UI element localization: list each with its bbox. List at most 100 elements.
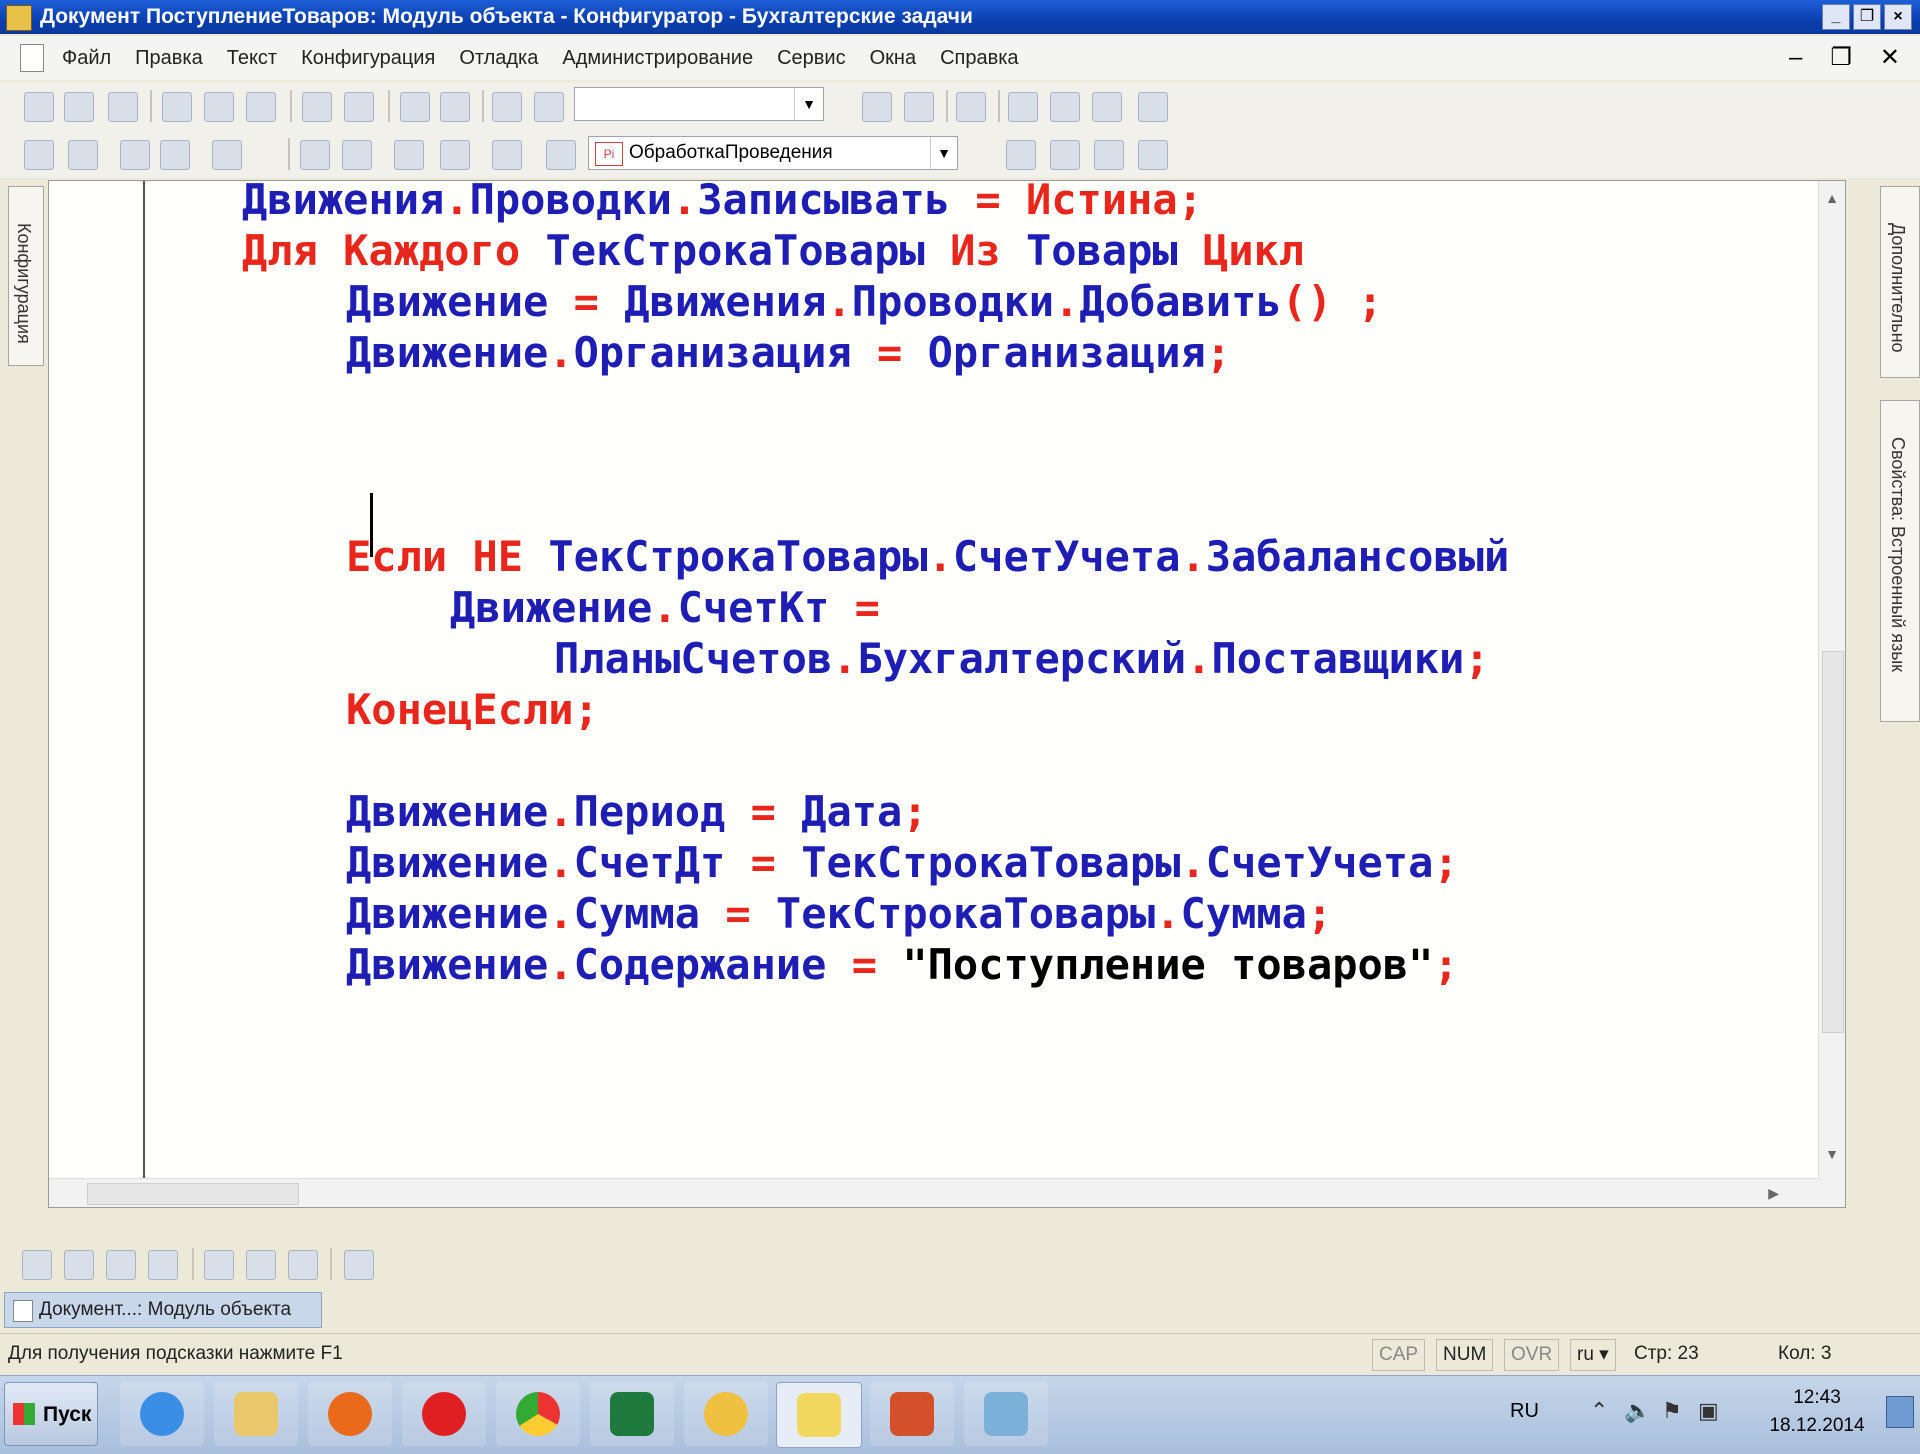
vertical-scroll-thumb[interactable] xyxy=(1822,651,1844,1033)
find-in-files-icon[interactable] xyxy=(492,92,522,122)
chrome-icon[interactable] xyxy=(496,1382,580,1446)
menu-text[interactable]: Текст xyxy=(227,36,277,80)
vertical-scrollbar[interactable]: ▲ ▼ xyxy=(1818,181,1845,1207)
code-line[interactable]: Движение.Организация = Организация; xyxy=(346,322,1231,384)
print-icon[interactable] xyxy=(302,92,332,122)
tab-configuration[interactable]: Конфигурация xyxy=(8,186,44,366)
database-icon[interactable] xyxy=(120,140,150,170)
code-line[interactable]: Движение.Содержание = "Поступление товар… xyxy=(346,934,1459,996)
run-debug-icon[interactable] xyxy=(212,140,242,170)
input-language[interactable]: RU xyxy=(1510,1400,1539,1423)
menu-service[interactable]: Сервис xyxy=(777,36,846,80)
form-icon[interactable] xyxy=(68,140,98,170)
outdent-icon[interactable] xyxy=(288,1250,318,1280)
tab-additional[interactable]: Дополнительно xyxy=(1880,186,1920,378)
mdi-close-button[interactable]: ✕ xyxy=(1880,36,1900,80)
minimize-button[interactable]: _ xyxy=(1822,4,1850,30)
opera-icon[interactable] xyxy=(402,1382,486,1446)
module-structure-icon[interactable] xyxy=(1138,140,1168,170)
maximize-button[interactable]: ❐ xyxy=(1853,4,1881,30)
code-line[interactable]: ПланыСчетов.Бухгалтерский.Поставщики; xyxy=(554,628,1490,690)
notes-app-icon[interactable] xyxy=(964,1382,1048,1446)
title-bar[interactable]: Документ ПоступлениеТоваров: Модуль объе… xyxy=(0,0,1920,34)
set-bookmark-icon[interactable] xyxy=(22,1250,52,1280)
search-input[interactable]: ▼ xyxy=(574,87,824,121)
action-center-flag-icon[interactable]: ⚑ xyxy=(1662,1398,1682,1424)
windows-icon[interactable] xyxy=(956,92,986,122)
1c-enterprise-icon[interactable] xyxy=(684,1382,768,1446)
search-dropdown-icon[interactable]: ▼ xyxy=(794,88,823,120)
cut-icon[interactable] xyxy=(162,92,192,122)
reference-icon[interactable] xyxy=(1092,92,1122,122)
internet-explorer-icon[interactable] xyxy=(120,1382,204,1446)
paste-icon[interactable] xyxy=(246,92,276,122)
volume-icon[interactable]: 🔈 xyxy=(1624,1398,1651,1424)
format-icon[interactable] xyxy=(492,140,522,170)
show-desktop-icon[interactable] xyxy=(1886,1396,1914,1428)
copy-icon[interactable] xyxy=(204,92,234,122)
mdi-minimize-button[interactable]: – xyxy=(1789,36,1802,80)
clock[interactable]: 12:43 18.12.2014 xyxy=(1762,1384,1872,1440)
powerpoint-icon[interactable] xyxy=(870,1382,954,1446)
syntax-check-icon[interactable] xyxy=(300,140,330,170)
procedure-icon[interactable] xyxy=(546,140,576,170)
menu-administration[interactable]: Администрирование xyxy=(562,36,753,80)
tab-properties-builtin-language[interactable]: Свойства: Встроенный язык xyxy=(1880,400,1920,722)
menu-edit[interactable]: Правка xyxy=(135,36,203,80)
syntax-helper-icon[interactable] xyxy=(1050,92,1080,122)
1c-configurator-icon[interactable] xyxy=(776,1382,862,1448)
chevron-down-icon[interactable]: ▼ xyxy=(930,137,957,169)
language-indicator[interactable]: ru ▾ xyxy=(1570,1339,1616,1371)
code-editor[interactable]: Движения.Проводки.Записывать = Истина; Дл… xyxy=(48,180,1846,1208)
mdi-restore-button[interactable]: ❐ xyxy=(1830,36,1852,80)
new-file-icon[interactable] xyxy=(24,92,54,122)
goto-definition-icon[interactable] xyxy=(1006,140,1036,170)
horizontal-scroll-thumb[interactable] xyxy=(87,1183,299,1205)
scroll-right-icon[interactable]: ▶ xyxy=(1768,1179,1779,1207)
info-icon[interactable] xyxy=(1138,92,1168,122)
excel-icon[interactable] xyxy=(590,1382,674,1446)
file-explorer-icon[interactable] xyxy=(214,1382,298,1446)
align-icon[interactable] xyxy=(204,1250,234,1280)
uncomment-icon[interactable] xyxy=(440,140,470,170)
menu-debug[interactable]: Отладка xyxy=(459,36,538,80)
menu-windows[interactable]: Окна xyxy=(870,36,916,80)
horizontal-scrollbar[interactable]: ▶ xyxy=(49,1178,1819,1207)
indent-icon[interactable] xyxy=(246,1250,276,1280)
start-button[interactable]: Пуск xyxy=(4,1382,98,1446)
template-icon[interactable] xyxy=(344,1250,374,1280)
menu-file[interactable]: Файл xyxy=(62,36,111,80)
firefox-icon[interactable] xyxy=(308,1382,392,1446)
save-icon[interactable] xyxy=(108,92,138,122)
table-icon[interactable] xyxy=(160,140,190,170)
undo-icon[interactable] xyxy=(400,92,430,122)
wizard-icon[interactable] xyxy=(1008,92,1038,122)
module-icon[interactable] xyxy=(24,140,54,170)
search-icon[interactable] xyxy=(534,92,564,122)
previous-bookmark-icon[interactable] xyxy=(106,1250,136,1280)
menu-help[interactable]: Справка xyxy=(940,36,1018,80)
open-window-tab[interactable]: Документ...: Модуль объекта xyxy=(4,1292,322,1328)
clipboard-icon[interactable] xyxy=(342,140,372,170)
breakpoint-icon[interactable] xyxy=(1094,140,1124,170)
code-line[interactable]: КонецЕсли; xyxy=(346,679,599,741)
find-previous-icon[interactable] xyxy=(904,92,934,122)
comment-icon[interactable] xyxy=(394,140,424,170)
code-token: КонецЕсли xyxy=(346,685,574,734)
print-preview-icon[interactable] xyxy=(344,92,374,122)
close-button[interactable]: × xyxy=(1884,4,1912,30)
find-next-icon[interactable] xyxy=(862,92,892,122)
next-bookmark-icon[interactable] xyxy=(64,1250,94,1280)
clear-bookmarks-icon[interactable] xyxy=(148,1250,178,1280)
bookmark-icon[interactable] xyxy=(1050,140,1080,170)
open-folder-icon[interactable] xyxy=(64,92,94,122)
procedure-select[interactable]: Pi ОбработкаПроведения ▼ xyxy=(588,136,958,170)
scroll-down-icon[interactable]: ▼ xyxy=(1819,1141,1845,1167)
network-icon[interactable]: ▣ xyxy=(1698,1398,1719,1424)
menu-configuration[interactable]: Конфигурация xyxy=(301,36,435,80)
show-hidden-icons-icon[interactable]: ⌃ xyxy=(1590,1398,1608,1424)
scroll-up-icon[interactable]: ▲ xyxy=(1819,185,1845,211)
redo-icon[interactable] xyxy=(440,92,470,122)
